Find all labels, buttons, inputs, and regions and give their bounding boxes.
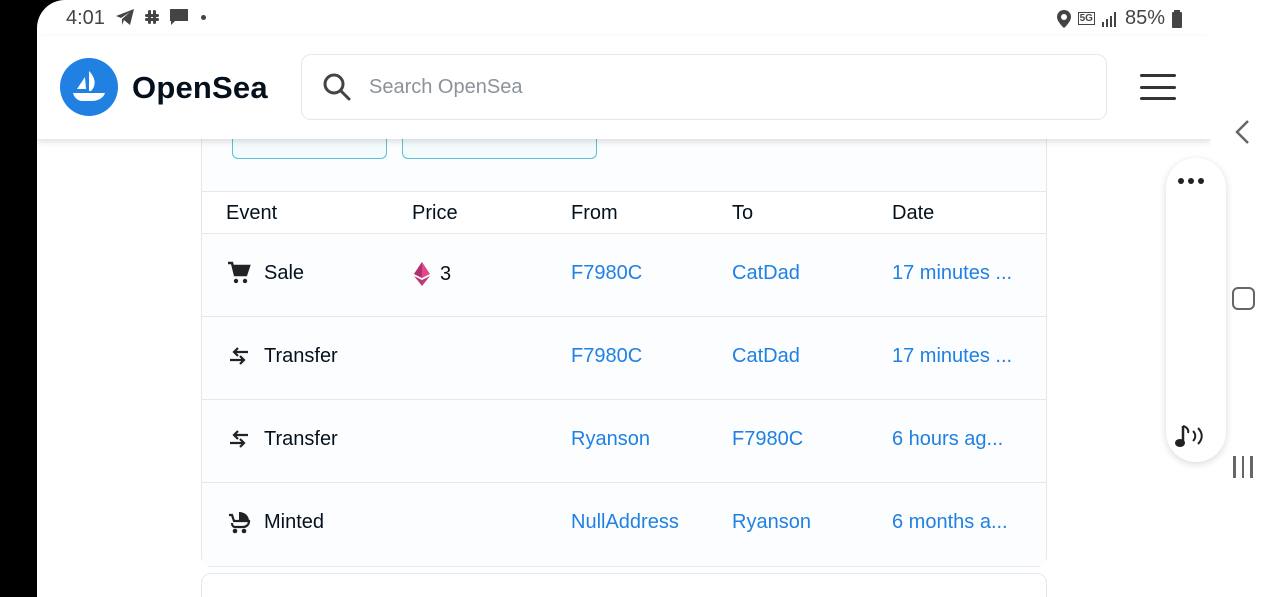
opensea-logo-icon[interactable] bbox=[60, 58, 118, 116]
floating-edge-panel bbox=[1166, 158, 1226, 462]
site-header: OpenSea bbox=[37, 36, 1211, 139]
column-header-to: To bbox=[732, 202, 754, 224]
signal-icon bbox=[1101, 11, 1116, 27]
battery-level: 85% bbox=[1124, 7, 1165, 29]
next-section-panel bbox=[201, 573, 1047, 597]
date-link[interactable]: 17 minutes ... bbox=[892, 345, 1022, 368]
hamburger-menu-icon[interactable] bbox=[1140, 74, 1176, 100]
event-label: Sale bbox=[264, 261, 305, 284]
to-link[interactable]: CatDad bbox=[732, 345, 882, 368]
to-link[interactable]: Ryanson bbox=[732, 511, 882, 534]
event-cell: Sale bbox=[226, 260, 304, 286]
to-link[interactable]: CatDad bbox=[732, 262, 882, 285]
column-header-price: Price bbox=[412, 202, 458, 224]
ethereum-icon bbox=[414, 262, 430, 286]
from-link[interactable]: Ryanson bbox=[571, 428, 721, 451]
from-link[interactable]: F7980C bbox=[571, 262, 721, 285]
table-row: Sale 3 F7980C CatDad 17 minutes ... bbox=[202, 234, 1046, 317]
notification-icons bbox=[115, 8, 206, 26]
back-nav-icon[interactable] bbox=[1233, 118, 1251, 146]
transfer-icon bbox=[226, 426, 252, 452]
price-cell: 3 bbox=[414, 262, 451, 286]
more-notifications-icon bbox=[201, 14, 206, 20]
event-label: Transfer bbox=[264, 344, 338, 367]
slack-icon bbox=[145, 10, 159, 24]
main-content: Event Price From To Date Sale 3 F7980C C… bbox=[37, 129, 1211, 597]
date-link[interactable]: 17 minutes ... bbox=[892, 262, 1022, 285]
network-type: 5G bbox=[1077, 12, 1095, 25]
column-header-date: Date bbox=[892, 202, 935, 224]
price-value: 3 bbox=[440, 262, 452, 285]
item-activity-panel: Event Price From To Date Sale 3 F7980C C… bbox=[201, 129, 1047, 567]
to-link[interactable]: F7980C bbox=[732, 428, 882, 451]
search-input[interactable] bbox=[369, 75, 969, 99]
system-status-icons: 5G 85% bbox=[1056, 7, 1183, 30]
column-header-event: Event bbox=[226, 202, 278, 224]
telegram-icon bbox=[116, 9, 134, 25]
column-header-from: From bbox=[571, 202, 618, 224]
status-bar: 4:01 5G 85% bbox=[37, 0, 1211, 36]
date-link[interactable]: 6 hours ag... bbox=[892, 428, 1022, 451]
table-row: Transfer Ryanson F7980C 6 hours ag... bbox=[202, 400, 1046, 483]
home-nav-icon[interactable] bbox=[1232, 287, 1255, 310]
cart-icon bbox=[226, 260, 252, 286]
message-icon bbox=[170, 9, 188, 25]
recent-apps-nav-icon[interactable] bbox=[1233, 456, 1253, 478]
event-label: Minted bbox=[264, 510, 325, 533]
phone-screen: 4:01 5G 85% OpenSea Search OpenSea Event… bbox=[37, 0, 1211, 597]
event-label: Transfer bbox=[264, 427, 338, 450]
event-cell: Minted bbox=[226, 509, 324, 535]
search-bar[interactable] bbox=[301, 54, 1107, 120]
from-link[interactable]: F7980C bbox=[571, 345, 721, 368]
battery-icon bbox=[1172, 9, 1182, 28]
more-options-icon[interactable] bbox=[1178, 178, 1204, 184]
location-icon bbox=[1056, 9, 1071, 28]
brand-name[interactable]: OpenSea bbox=[132, 70, 268, 106]
transfer-icon bbox=[226, 343, 252, 369]
table-row: Minted NullAddress Ryanson 6 months a... bbox=[202, 483, 1046, 566]
date-link[interactable]: 6 months a... bbox=[892, 511, 1022, 534]
table-row: Transfer F7980C CatDad 17 minutes ... bbox=[202, 317, 1046, 400]
event-cell: Transfer bbox=[226, 426, 338, 452]
sound-assistant-icon[interactable] bbox=[1174, 422, 1208, 450]
table-header: Event Price From To Date bbox=[202, 191, 1046, 234]
event-cell: Transfer bbox=[226, 343, 338, 369]
status-time: 4:01 bbox=[66, 7, 105, 29]
stroller-icon bbox=[226, 509, 252, 535]
search-icon bbox=[323, 73, 351, 101]
from-link[interactable]: NullAddress bbox=[571, 511, 721, 534]
